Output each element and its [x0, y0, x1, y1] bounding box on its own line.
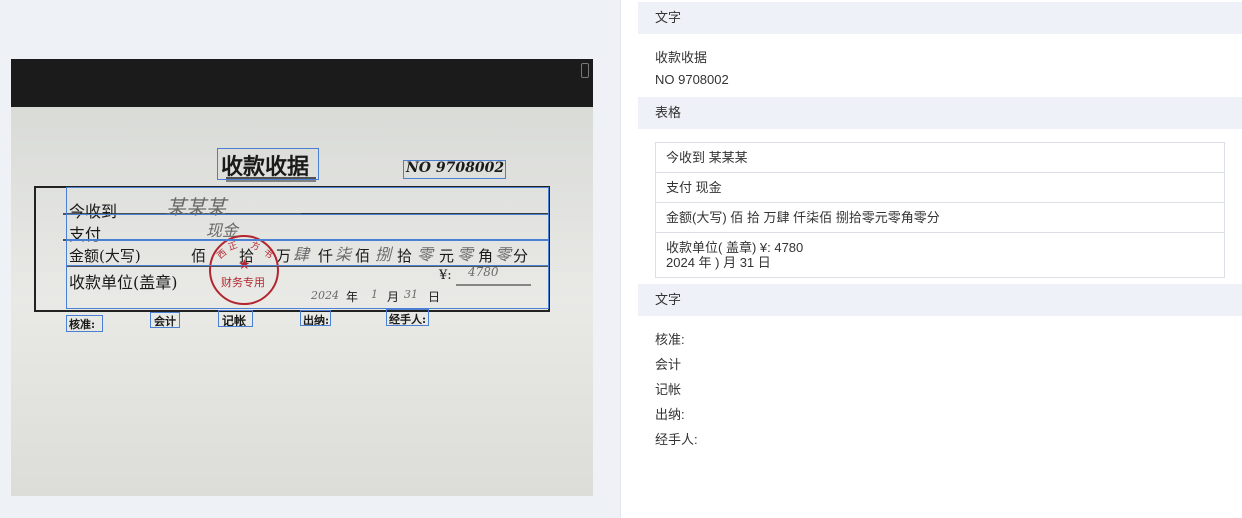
ocr-box-footer[interactable] [386, 309, 429, 326]
text-result-line[interactable]: 出纳: [655, 404, 685, 423]
text-result-line[interactable]: 核准: [655, 329, 685, 348]
ocr-box-title[interactable] [217, 148, 319, 180]
table-result: 今收到 某某某 支付 现金 金额(大写) 佰 拾 万肆 仟柒佰 捌拾零元零角零分… [655, 142, 1225, 278]
ocr-box-number[interactable] [403, 160, 506, 179]
table-cell: 今收到 某某某 [666, 150, 748, 165]
ocr-box-footer[interactable] [218, 310, 253, 327]
table-row[interactable]: 今收到 某某某 [656, 143, 1224, 173]
table-cell: 支付 现金 [666, 180, 722, 195]
ocr-box-table-row[interactable] [66, 240, 549, 266]
table-cell: 金额(大写) 佰 拾 万肆 仟柒佰 捌拾零元零角零分 [666, 210, 940, 225]
table-row[interactable]: 金额(大写) 佰 拾 万肆 仟柒佰 捌拾零元零角零分 [656, 203, 1224, 233]
section-header-text: 文字 [638, 2, 1242, 34]
text-result-line[interactable]: NO 9708002 [655, 72, 729, 87]
section-header-table: 表格 [638, 97, 1242, 129]
ocr-box-table-row[interactable] [66, 214, 549, 240]
ocr-box-footer[interactable] [66, 315, 103, 332]
results-pane: 文字 收款收据 NO 9708002 表格 今收到 某某某 支付 现金 金额(大… [638, 0, 1242, 518]
table-cell: 收款单位( 盖章) ¥: 4780 [666, 240, 804, 255]
text-result-line[interactable]: 记帐 [655, 379, 681, 398]
receipt-photo: 收款收据 NO 9708002 今收到 某某某 支付 现金 金额(大写) 佰 拾… [11, 59, 593, 496]
text-result-line[interactable]: 收款收据 [655, 47, 707, 66]
table-row[interactable]: 支付 现金 [656, 173, 1224, 203]
table-row[interactable]: 收款单位( 盖章) ¥: 4780 2024 年 ) 月 31 日 [656, 233, 1224, 277]
ocr-box-footer[interactable] [300, 310, 331, 326]
table-cell: 2024 年 ) 月 31 日 [666, 255, 771, 270]
receipt-document: 收款收据 NO 9708002 今收到 某某某 支付 现金 金额(大写) 佰 拾… [11, 59, 593, 496]
ocr-box-footer[interactable] [150, 312, 180, 328]
section-header-text: 文字 [638, 284, 1242, 316]
image-preview-pane: 收款收据 NO 9708002 今收到 某某某 支付 现金 金额(大写) 佰 拾… [0, 0, 621, 518]
text-result-line[interactable]: 会计 [655, 354, 681, 373]
text-result-line[interactable]: 经手人: [655, 429, 698, 448]
